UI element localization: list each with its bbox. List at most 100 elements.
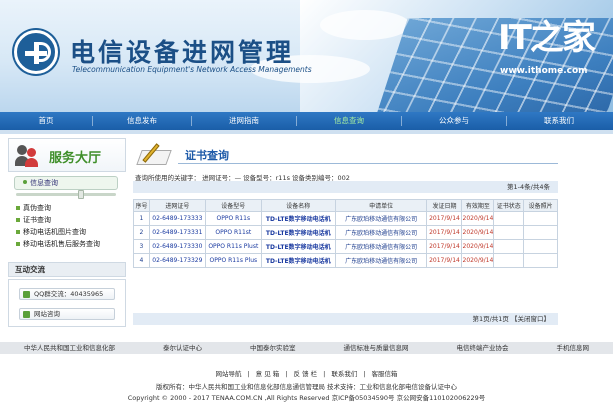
nav-item-info-query[interactable]: 信息查询 [297,112,401,130]
header-banner: 电信设备进网管理 Telecommunication Equipment's N… [0,0,613,112]
pager-summary-top: 第1-4条/共4条 [133,181,558,193]
column-header: 申请单位 [334,199,428,212]
partner-link[interactable]: 泰尔认证中心 [139,342,226,354]
service-hall-title: 服务大厅 [49,151,102,166]
pager-page-indicator: 第1页/共1页 [472,315,509,323]
cell-cert-number[interactable]: 02-6489-173333 [148,211,206,226]
column-header: 序号 [133,199,150,212]
nav-item-access-guide[interactable]: 进网指南 [192,112,296,130]
qq-group-button[interactable]: QQ群交流：40435965 [19,288,115,300]
cell-model[interactable]: OPPO R11st [204,225,262,240]
bullet-icon [23,180,27,184]
cell-applicant: 广东欧珀移动通信有限公司 [334,253,428,268]
close-window-link[interactable]: 【关闭窗口】 [511,315,550,323]
table-row[interactable]: 4 02-6489-173329 OPPO R11s Plus TD-LTE数字… [133,253,558,268]
cell-status [493,253,525,268]
cell-no: 4 [133,253,150,268]
partner-link[interactable]: 通信标准与质量信息网 [320,342,433,354]
cell-applicant: 广东欧珀移动通信有限公司 [334,211,428,226]
online-consult-button[interactable]: 网站咨询 [19,308,115,320]
cell-cert-number[interactable]: 02-6489-173329 [148,253,206,268]
footer-copyright-owner: 版权所有：中华人民共和国工业和信息化部信息通信管理局 技术支持：工业和信息化部电… [155,383,458,391]
column-header: 设备照片 [523,199,558,212]
sidebar-item-label: 证书查询 [23,216,51,224]
cell-photo [523,225,558,240]
footer-separator: | [323,370,326,378]
sidebar-slider-handle[interactable] [78,190,84,199]
sidebar-tab-label: 信息查询 [30,179,58,187]
table-row[interactable]: 3 02-6489-173330 OPPO R11s Plust TD-LTE数… [133,239,558,254]
sidebar-item-label: 移动电话机售后服务查询 [23,240,100,248]
sidebar-item-authenticity-query[interactable]: 真伪查询 [14,202,124,214]
online-consult-label: 网站咨询 [34,310,60,318]
footer-links: 网站导航 | 意 见 箱 | 反 馈 栏 | 联系我们 | 客服信箱 [0,368,613,378]
cell-cert-number[interactable]: 02-6489-173330 [148,239,206,254]
cell-issue-date: 2017/9/14 [426,253,463,268]
sidebar-item-after-sales-query[interactable]: 移动电话机售后服务查询 [14,238,124,250]
cell-photo [523,239,558,254]
cell-model[interactable]: OPPO R11s [204,211,262,226]
sidebar-slider-track [16,193,116,196]
nav-subbar [0,130,613,134]
cell-cert-number[interactable]: 02-6489-173331 [148,225,206,240]
cell-photo [523,253,558,268]
pager-bottom: 第1页/共1页 【关闭窗口】 [133,313,558,325]
nav-item-contact-us[interactable]: 联系我们 [507,112,611,130]
cell-issue-date: 2017/9/14 [426,211,463,226]
results-table: 序号 进网证号 设备型号 设备名称 申请单位 发证日期 有效期至 证书状态 设备… [133,199,558,268]
footer-link-feedback-column[interactable]: 反 馈 栏 [294,370,318,378]
nav-item-public-participation[interactable]: 公众参与 [402,112,506,130]
cell-issue-date: 2017/9/14 [426,225,463,240]
partner-link[interactable]: 电信终端产业协会 [433,342,533,354]
footer-copyright: Copyright © 2000 - 2017 TENAA.COM.CN ,Al… [127,394,486,402]
bullet-icon [16,242,20,246]
service-hall-panel: 服务大厅 [8,138,126,172]
cell-no: 2 [133,225,150,240]
cell-photo [523,211,558,226]
partner-link[interactable]: 中国泰尔实验室 [226,342,320,354]
footer-link-feedback-box[interactable]: 意 见 箱 [256,370,280,378]
site-title: 电信设备进网管理 [70,38,295,67]
cell-model[interactable]: OPPO R11s Plus [204,253,262,268]
table-row[interactable]: 2 02-6489-173331 OPPO R11st TD-LTE数字移动电话… [133,225,558,240]
cell-device-name[interactable]: TD-LTE数字移动电话机 [260,211,336,226]
cell-valid-until: 2020/9/14 [461,225,495,240]
footer-link-service-mailbox[interactable]: 客服信箱 [372,370,398,378]
title-underline [178,163,558,164]
column-header: 设备名称 [260,199,336,212]
bullet-icon [16,206,20,210]
footer-separator: | [363,370,366,378]
cell-status [493,239,525,254]
cell-no: 1 [133,211,150,226]
banner-cloud [320,10,410,40]
table-row[interactable]: 1 02-6489-173333 OPPO R11s TD-LTE数字移动电话机… [133,211,558,226]
sidebar-item-label: 真伪查询 [23,204,51,212]
cell-device-name[interactable]: TD-LTE数字移动电话机 [260,225,336,240]
partner-link[interactable]: 中华人民共和国工业和信息化部 [0,342,139,354]
column-header: 有效期至 [461,199,495,212]
cell-valid-until: 2020/9/14 [461,253,495,268]
bullet-icon [16,218,20,222]
site-subtitle: Telecommunication Equipment's Network Ac… [72,65,312,74]
footer-link-contact-us[interactable]: 联系我们 [331,370,357,378]
cell-device-name[interactable]: TD-LTE数字移动电话机 [260,253,336,268]
qq-icon [23,291,30,298]
footer-separator: | [247,370,250,378]
sidebar-item-phone-image-query[interactable]: 移动电话机图片查询 [14,226,124,238]
column-header: 设备型号 [204,199,262,212]
site-logo-icon[interactable] [14,30,58,74]
partner-link[interactable]: 手机信息网 [533,342,613,354]
cell-model[interactable]: OPPO R11s Plust [204,239,262,254]
watermark-logo: IT之家 [498,18,596,58]
sidebar-item-certificate-query[interactable]: 证书查询 [14,214,124,226]
nav-item-home[interactable]: 首页 [0,112,92,130]
sidebar-tab-info-query[interactable]: 信息查询 [14,176,118,190]
cell-valid-until: 2020/9/14 [461,211,495,226]
qq-group-label: QQ群交流：40435965 [34,290,104,298]
main-content: 证书查询 查询所使用的关键字： 进网证号：— 设备型号：r11s 设备类别编号：… [133,138,558,338]
footer-link-site-nav[interactable]: 网站导航 [215,370,241,378]
cell-status [493,225,525,240]
table-header-row: 序号 进网证号 设备型号 设备名称 申请单位 发证日期 有效期至 证书状态 设备… [133,199,558,212]
cell-device-name[interactable]: TD-LTE数字移动电话机 [260,239,336,254]
nav-item-info-release[interactable]: 信息发布 [93,112,191,130]
